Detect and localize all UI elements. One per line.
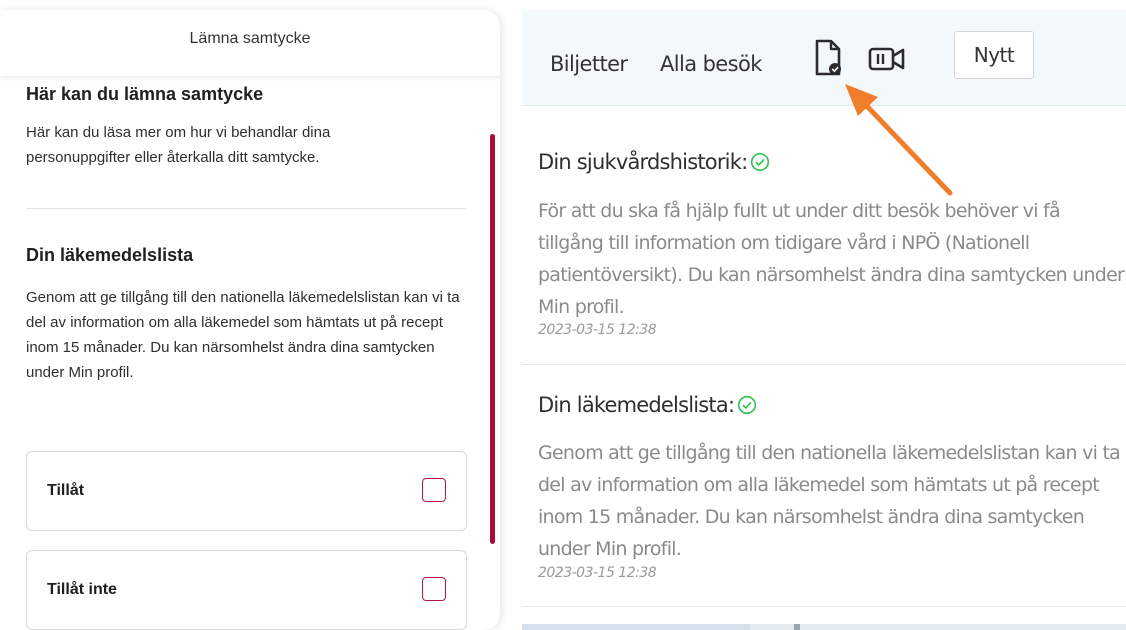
new-button[interactable]: Nytt <box>954 31 1034 79</box>
bottom-strip-segment <box>522 624 750 630</box>
bottom-tab-strip <box>522 624 1126 630</box>
medication-heading: Din läkemedelslista <box>26 245 194 265</box>
video-camera-icon[interactable] <box>868 46 906 79</box>
allow-checkbox[interactable] <box>422 478 446 502</box>
consent-intro-text: Här kan du läsa mer om hur vi behandlar … <box>26 124 331 166</box>
entry-title-text: Din sjukvårdshistorik: <box>538 150 748 174</box>
deny-checkbox[interactable] <box>422 577 446 601</box>
check-circle-icon <box>737 395 757 420</box>
modal-title: Lämna samtycke <box>189 30 311 47</box>
entry-title-text: Din läkemedelslista: <box>538 393 735 417</box>
top-navigation: Biljetter Alla besök Nytt <box>522 10 1126 106</box>
entry-title-history: Din sjukvårdshistorik: <box>538 150 770 177</box>
modal-header: Lämna samtycke <box>0 10 500 76</box>
entry-date-medication: 2023-03-15 12:38 <box>538 565 657 581</box>
section-divider <box>26 208 467 209</box>
bottom-strip-separator <box>794 624 800 630</box>
document-check-icon[interactable] <box>814 38 844 83</box>
check-circle-icon <box>750 152 770 177</box>
entry-divider <box>522 364 1126 365</box>
consent-heading: Här kan du lämna samtycke <box>26 84 264 104</box>
entry-text-history: För att du ska få hjälp fullt ut under d… <box>538 200 1125 318</box>
deny-option[interactable]: Tillåt inte <box>26 550 467 630</box>
allow-option[interactable]: Tillåt <box>26 451 467 531</box>
medication-text: Genom att ge tillgång till den nationell… <box>26 289 460 381</box>
entry-title-medication: Din läkemedelslista: <box>538 393 757 420</box>
entry-text-medication: Genom att ge tillgång till den nationell… <box>538 442 1121 560</box>
history-panel: Biljetter Alla besök Nytt Din sjukvårdsh… <box>522 10 1126 630</box>
entry-date-history: 2023-03-15 12:38 <box>538 322 657 338</box>
allow-option-label: Tillåt <box>47 482 85 499</box>
consent-modal: Lämna samtycke Här kan du lämna samtycke… <box>0 10 500 630</box>
entry-divider <box>522 606 1126 607</box>
tab-tickets[interactable]: Biljetter <box>550 52 628 76</box>
scrollbar-thumb[interactable] <box>490 134 495 544</box>
tab-all-visits[interactable]: Alla besök <box>660 52 762 76</box>
deny-option-label: Tillåt inte <box>47 581 117 598</box>
